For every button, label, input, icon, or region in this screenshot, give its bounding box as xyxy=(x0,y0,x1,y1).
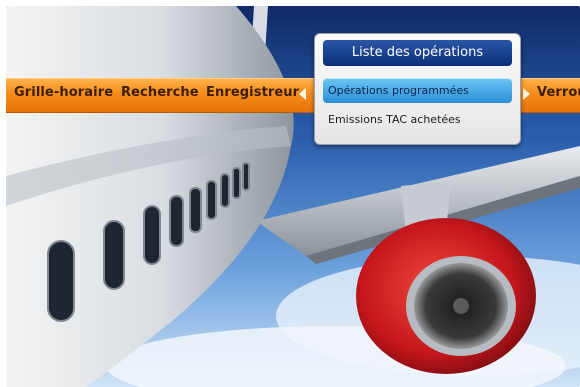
submenu-item-operations-programmees[interactable]: Opérations programmées xyxy=(323,78,512,103)
right-arrow-icon[interactable] xyxy=(523,88,530,100)
operations-submenu: Liste des opérations Opérations programm… xyxy=(314,33,521,145)
menu-item-enregistreur[interactable]: Enregistreur xyxy=(206,85,299,100)
menu-item-recherche[interactable]: Recherche xyxy=(121,85,199,100)
menu-item-verrou[interactable]: Verrou xyxy=(537,85,580,100)
menu-item-grille-horaire[interactable]: Grille-horaire xyxy=(14,85,113,100)
submenu-item-emissions-tac-achetees[interactable]: Emissions TAC achetées xyxy=(323,107,512,132)
submenu-title: Liste des opérations xyxy=(323,40,512,66)
tv-screen: Grille-horaire Recherche Enregistreur Ve… xyxy=(6,6,580,387)
left-arrow-icon[interactable] xyxy=(299,88,306,100)
